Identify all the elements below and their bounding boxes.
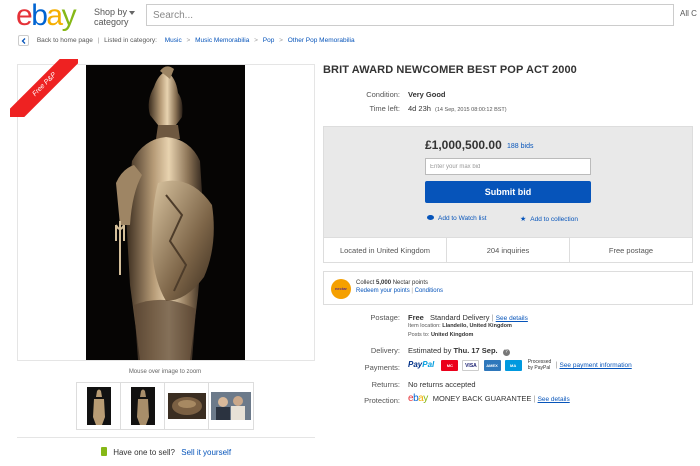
shop-by-category-button[interactable]: Shop by category (94, 7, 129, 27)
ebay-logo[interactable]: ebay (16, 0, 77, 32)
time-left-value: 4d 23h (14 Sep, 2015 08:00:12 BST) (408, 104, 507, 113)
protection-value: ebay MONEY BACK GUARANTEE | See details (408, 393, 570, 404)
thumbnail[interactable] (165, 383, 209, 429)
listed-in-label: Listed in category: (104, 37, 157, 44)
bid-panel: £1,000,500.00 188 bids Submit bid Add to… (323, 126, 693, 238)
returns-label: Returns: (371, 380, 400, 389)
item-location-detail: Item location: Llandeilo, United Kingdom (408, 323, 512, 329)
thumbnail-image (167, 393, 206, 419)
returns-value: No returns accepted (408, 380, 476, 389)
current-price: £1,000,500.00 (425, 138, 502, 152)
price-tag-icon (100, 447, 107, 456)
sell-yours-line: Have one to sell? Sell it yourself (17, 437, 315, 459)
thumbnail[interactable] (77, 383, 121, 429)
paypal-logo: PayPal (408, 359, 435, 369)
info-icon[interactable]: ? (502, 349, 510, 356)
thumbnail[interactable] (121, 383, 165, 429)
payments-label: Payments: (364, 363, 400, 372)
amex-icon: AMEX (483, 359, 501, 371)
see-protection-details-link[interactable]: See details (538, 396, 570, 403)
chevron-left-icon (21, 38, 26, 44)
inquiries-count: 204 inquiries (447, 238, 570, 262)
search-box (146, 4, 674, 26)
chevron-down-icon (129, 11, 135, 15)
category-select[interactable]: All C (680, 9, 697, 18)
see-payment-info-link[interactable]: See payment information (559, 362, 631, 369)
nectar-collect-text: Collect 5,000 Nectar points (356, 280, 429, 286)
nectar-logo: nectar (331, 279, 351, 299)
maestro-icon: MA (504, 359, 522, 371)
protection-label: Protection: (364, 396, 400, 405)
free-postage-ribbon: Free P&P (10, 59, 78, 117)
see-postage-details-link[interactable]: See details (496, 315, 528, 322)
processed-by-paypal: Processed by PayPal (527, 359, 552, 371)
thumbnail[interactable] (209, 383, 253, 429)
star-icon: ★ (520, 216, 527, 223)
main-product-image[interactable] (86, 65, 245, 360)
add-to-collection-link[interactable]: ★ Add to collection (520, 215, 578, 223)
condition-value: Very Good (408, 90, 446, 99)
nectar-points-box: nectar Collect 5,000 Nectar points Redee… (323, 271, 693, 305)
nectar-links: Redeem your points | Conditions (356, 288, 443, 294)
back-to-home-link[interactable]: Back to home page (37, 37, 93, 44)
breadcrumb: Back to home page | Listed in category: … (18, 35, 355, 47)
search-input[interactable] (147, 5, 673, 26)
breadcrumb-item[interactable]: Music Memorabilia (195, 37, 249, 44)
delivery-label: Delivery: (370, 346, 400, 355)
add-to-watch-list-link[interactable]: Add to Watch list (427, 215, 487, 222)
postage-label: Postage: (370, 313, 400, 322)
postage-value: Free Standard Delivery | See details (408, 313, 528, 322)
back-button[interactable] (18, 35, 29, 46)
thumbnail-image (130, 387, 155, 425)
delivery-value: Estimated by Thu. 17 Sep. ? (408, 346, 510, 356)
zoom-hint: Mouse over image to zoom (128, 369, 202, 375)
sell-it-yourself-link[interactable]: Sell it yourself (181, 448, 231, 457)
breadcrumb-item[interactable]: Music (165, 37, 182, 44)
redeem-points-link[interactable]: Redeem your points (356, 288, 410, 294)
mastercard-icon: MC (441, 359, 459, 371)
postage-summary: Free postage (608, 246, 654, 255)
visa-icon: VISA (462, 359, 480, 371)
item-location: Located in United Kingdom (324, 238, 447, 262)
bid-count-link[interactable]: 188 bids (507, 143, 533, 150)
posts-to-detail: Posts to: United Kingdom (408, 332, 474, 338)
site-header: ebay Shop by category All C (0, 0, 700, 32)
conditions-link[interactable]: Conditions (415, 288, 443, 294)
time-left-label: Time left: (369, 104, 400, 113)
max-bid-input[interactable] (425, 158, 591, 175)
item-info-row: Located in United Kingdom 204 inquiries … (323, 238, 693, 263)
thumbnail-image (86, 387, 111, 425)
thumbnail-strip (76, 382, 254, 430)
item-title: BRIT AWARD NEWCOMER BEST POP ACT 2000 (323, 64, 577, 76)
breadcrumb-item[interactable]: Pop (263, 37, 275, 44)
eye-icon (427, 215, 434, 220)
ebay-mini-logo: ebay (408, 393, 428, 404)
submit-bid-button[interactable]: Submit bid (425, 181, 591, 203)
breadcrumb-item[interactable]: Other Pop Memorabilia (288, 37, 355, 44)
condition-label: Condition: (366, 90, 400, 99)
thumbnail-image (211, 392, 251, 420)
payments-value: PayPal MC VISA AMEX MA Processed by PayP… (408, 359, 632, 371)
